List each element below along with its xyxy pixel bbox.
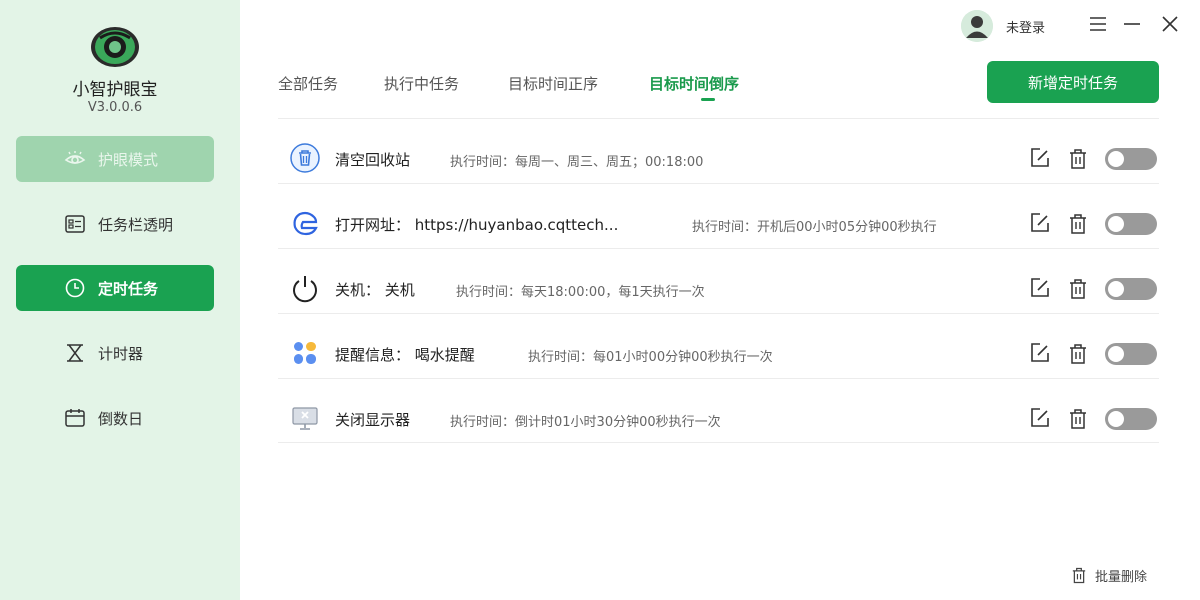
task-name: 关机： 关机 [335,281,415,299]
browser-icon [293,211,318,236]
recycle-bin-icon [290,143,320,173]
task-time: 执行时间：每周一、周三、周五；00:18:00 [450,155,704,170]
close-icon[interactable] [1158,12,1182,36]
sidebar-item-label: 护眼模式 [98,151,159,169]
user-login[interactable]: 未登录 [961,10,1045,42]
edit-icon[interactable] [1029,342,1051,364]
batch-delete-button[interactable]: 批量删除 [1071,566,1147,585]
task-row: 关机： 关机 执行时间：每天18:00:00，每1天执行一次 [278,248,1159,313]
toggle-knob [1108,346,1124,362]
task-toggle[interactable] [1105,278,1157,300]
sidebar-item-label: 计时器 [98,345,144,363]
sidebar-item-scheduled-tasks[interactable]: 定时任务 [16,265,214,311]
reminder-icon [294,342,316,364]
menu-icon[interactable] [1086,12,1110,36]
batch-delete-label: 批量删除 [1095,570,1148,585]
sidebar-item-countdown-days[interactable]: 倒数日 [16,395,214,441]
hourglass-icon [67,344,83,362]
sidebar-item-label: 定时任务 [98,280,159,298]
sidebar-item-timer[interactable]: 计时器 [16,330,214,376]
task-row: 清空回收站 执行时间：每周一、周三、周五；00:18:00 [278,118,1159,183]
app-logo-icon [91,27,139,67]
edit-icon[interactable] [1029,212,1051,234]
tab-all-tasks[interactable]: 全部任务 [278,73,338,94]
sidebar-item-taskbar-transparent[interactable]: 任务栏透明 [16,201,214,247]
task-toggle[interactable] [1105,213,1157,235]
sidebar-item-eye-mode[interactable]: 护眼模式 [16,136,214,182]
toggle-knob [1108,281,1124,297]
clock-icon [65,278,85,298]
app-name: 小智护眼宝 [72,80,158,100]
sidebar-item-label: 倒数日 [98,410,144,428]
calendar-icon [65,409,85,427]
edit-icon[interactable] [1029,147,1051,169]
add-scheduled-task-button[interactable]: 新增定时任务 [987,61,1159,103]
tab-target-time-desc[interactable]: 目标时间倒序 [649,73,739,101]
delete-icon[interactable] [1068,148,1088,170]
task-time: 执行时间：每01小时00分钟00秒执行一次 [528,350,773,365]
task-row: 关闭显示器 执行时间：倒计时01小时30分钟00秒执行一次 [278,378,1159,443]
tab-target-time-asc[interactable]: 目标时间正序 [508,73,598,94]
sidebar: 小智护眼宝 V3.0.0.6 护眼模式 任务栏透明 定时任务 计时器 倒数日 [0,0,240,600]
task-time: 执行时间：每天18:00:00，每1天执行一次 [456,285,705,300]
task-list: 清空回收站 执行时间：每周一、周三、周五；00:18:00 打开网址： http… [278,118,1159,443]
taskbar-icon [65,215,85,233]
task-toggle[interactable] [1105,343,1157,365]
monitor-off-icon [292,407,318,430]
delete-icon[interactable] [1068,408,1088,430]
delete-icon[interactable] [1068,213,1088,235]
minimize-icon[interactable] [1120,12,1144,36]
task-toggle[interactable] [1105,148,1157,170]
toggle-knob [1108,216,1124,232]
edit-icon[interactable] [1029,407,1051,429]
tab-running-tasks[interactable]: 执行中任务 [384,73,459,94]
task-time: 执行时间：开机后00小时05分钟00秒执行 [692,220,937,235]
task-name: 打开网址： https://huyanbao.cqttech... [335,216,619,234]
power-icon [293,276,317,303]
task-row: 打开网址： https://huyanbao.cqttech... 执行时间：开… [278,183,1159,248]
sidebar-item-label: 任务栏透明 [98,216,174,234]
app-version: V3.0.0.6 [87,100,143,115]
task-toggle[interactable] [1105,408,1157,430]
toggle-knob [1108,411,1124,427]
delete-icon [1072,567,1086,584]
delete-icon[interactable] [1068,343,1088,365]
task-name: 关闭显示器 [335,411,411,429]
toggle-knob [1108,151,1124,167]
task-name: 清空回收站 [335,151,411,169]
task-time: 执行时间：倒计时01小时30分钟00秒执行一次 [450,415,721,430]
edit-icon[interactable] [1029,277,1051,299]
delete-icon[interactable] [1068,278,1088,300]
task-row: 提醒信息： 喝水提醒 执行时间：每01小时00分钟00秒执行一次 [278,313,1159,378]
eye-icon [64,151,86,164]
login-status: 未登录 [1006,21,1046,36]
task-name: 提醒信息： 喝水提醒 [335,346,475,364]
avatar-icon [961,10,993,42]
